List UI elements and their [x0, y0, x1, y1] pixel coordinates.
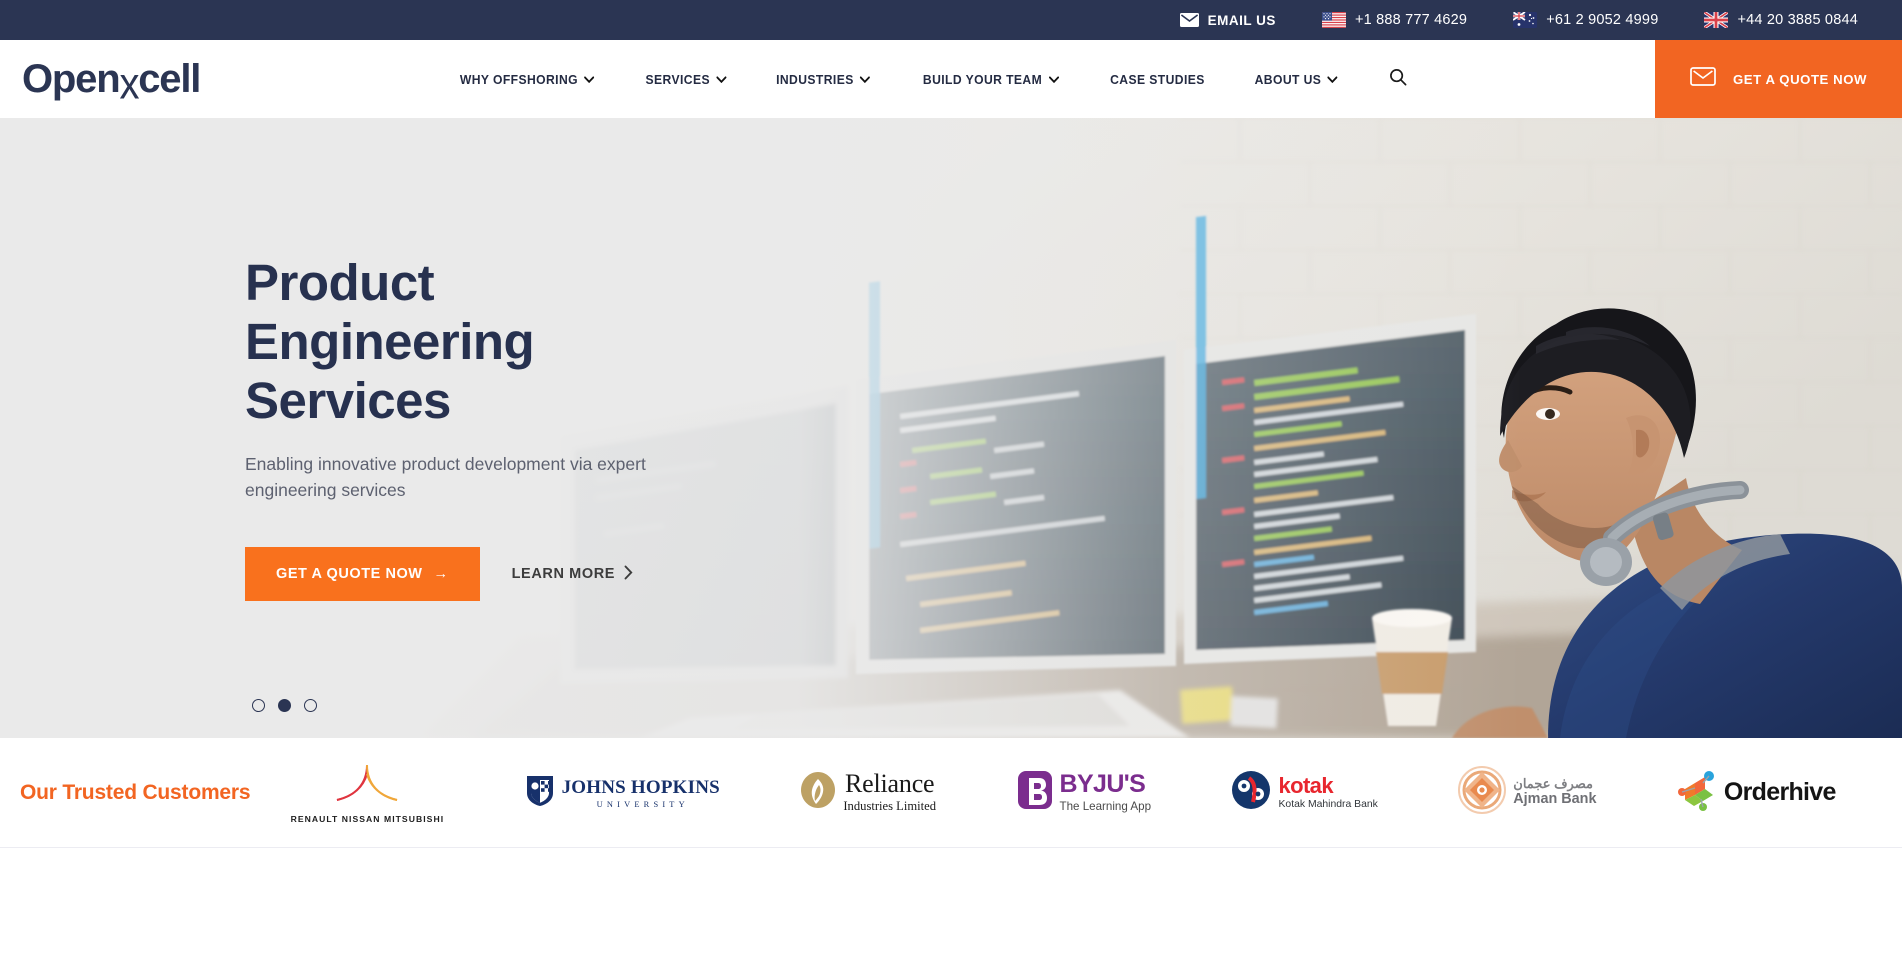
- nav-item-case-studies[interactable]: CASE STUDIES: [1091, 72, 1224, 87]
- chevron-down-icon: [860, 75, 871, 83]
- carousel-dot-3[interactable]: [304, 699, 317, 712]
- carousel-dot-1[interactable]: [252, 699, 265, 712]
- openxcell-logo: Openxcell: [22, 57, 201, 106]
- logo-ajman-bank[interactable]: مصرف عجمان Ajman Bank: [1458, 754, 1596, 832]
- nav-item-services[interactable]: SERVICES: [626, 72, 746, 87]
- flag-us-icon: [1321, 12, 1346, 28]
- chevron-right-icon: [624, 565, 633, 584]
- email-us-link[interactable]: EMAIL US: [1179, 12, 1276, 28]
- orderhive-cube-icon: [1677, 769, 1717, 816]
- logo-renault-nissan-mitsubishi[interactable]: RENAULT NISSAN MITSUBISHI: [291, 754, 445, 832]
- phone-us-number: +1 888 777 4629: [1354, 12, 1468, 28]
- logo-kotak-mahindra-bank[interactable]: kotak Kotak Mahindra Bank: [1231, 754, 1378, 832]
- nav-label: INDUSTRIES: [776, 71, 854, 87]
- orderhive-name: Orderhive: [1723, 778, 1837, 806]
- trusted-customers-bar: Our Trusted Customers RENAULT NISSAN MIT…: [0, 738, 1902, 848]
- carousel-dot-2[interactable]: [278, 699, 291, 712]
- header-get-a-quote-button[interactable]: GET A QUOTE NOW: [1655, 40, 1902, 118]
- renault-caption: RENAULT NISSAN MITSUBISHI: [290, 813, 445, 824]
- hero-secondary-label: LEARN MORE: [511, 566, 616, 583]
- phone-uk-number: +44 20 3885 0844: [1737, 12, 1858, 28]
- johns-hopkins-subtitle: UNIVERSITY: [596, 799, 689, 809]
- chevron-down-icon: [1048, 75, 1059, 83]
- byjus-b-icon: [1017, 770, 1053, 815]
- byjus-name: BYJU'S: [1059, 770, 1146, 798]
- hero-content: Product Engineering Services Enabling in…: [0, 118, 1902, 738]
- trusted-customers-title: Our Trusted Customers: [20, 780, 251, 804]
- envelope-outline-icon: [1690, 67, 1716, 91]
- nav-item-why-offshoring[interactable]: WHY OFFSHORING: [440, 72, 613, 87]
- nav-item-about-us[interactable]: ABOUT US: [1235, 72, 1357, 87]
- nav-label: SERVICES: [645, 71, 711, 87]
- kotak-name: kotak: [1278, 773, 1333, 798]
- johns-hopkins-shield-icon: [525, 773, 555, 812]
- reliance-flame-icon: [800, 771, 836, 814]
- search-icon: [1389, 68, 1407, 91]
- nav-item-industries[interactable]: INDUSTRIES: [757, 72, 890, 87]
- logo-reliance-industries[interactable]: Reliance Industries Limited: [800, 754, 936, 832]
- top-utility-bar: EMAIL US +1 888 777 4629 +61 2 9052 4999…: [0, 0, 1902, 40]
- logo-link[interactable]: Openxcell: [0, 40, 201, 118]
- chevron-down-icon: [1327, 75, 1338, 83]
- chevron-down-icon: [584, 75, 595, 83]
- hero-learn-more-button[interactable]: LEARN MORE: [494, 546, 651, 603]
- carousel-pagination: [252, 699, 317, 712]
- logo-johns-hopkins-university[interactable]: JOHNS HOPKINS UNIVERSITY: [525, 754, 720, 832]
- flag-au-icon: [1513, 12, 1538, 28]
- phone-us[interactable]: +1 888 777 4629: [1321, 12, 1468, 28]
- phone-uk[interactable]: +44 20 3885 0844: [1704, 12, 1858, 28]
- hero-get-a-quote-button[interactable]: GET A QUOTE NOW →: [245, 547, 480, 602]
- logo-part-cell: cell: [138, 57, 201, 101]
- phone-au[interactable]: +61 2 9052 4999: [1513, 12, 1658, 28]
- flag-uk-icon: [1704, 12, 1729, 28]
- renault-nissan-mitsubishi-icon: [325, 762, 409, 811]
- logo-part-open: Open: [22, 57, 121, 101]
- main-header: Openxcell WHY OFFSHORING SERVICES INDUST…: [0, 40, 1902, 118]
- phone-au-number: +61 2 9052 4999: [1546, 12, 1659, 28]
- hero-title: Product Engineering Services: [245, 254, 535, 430]
- primary-navigation: WHY OFFSHORING SERVICES INDUSTRIES BUILD…: [200, 40, 1655, 118]
- kotak-subtitle: Kotak Mahindra Bank: [1278, 799, 1378, 810]
- email-us-label: EMAIL US: [1207, 12, 1276, 28]
- nav-label: CASE STUDIES: [1110, 71, 1205, 87]
- reliance-subtitle: Industries Limited: [843, 799, 937, 813]
- envelope-icon: [1179, 13, 1199, 27]
- johns-hopkins-name: JOHNS HOPKINS: [561, 776, 720, 798]
- hero-carousel: Product Engineering Services Enabling in…: [0, 118, 1902, 738]
- nav-label: WHY OFFSHORING: [459, 71, 578, 87]
- logo-part-x: x: [119, 59, 139, 109]
- arrow-right-icon: →: [433, 566, 449, 583]
- logo-byjus[interactable]: BYJU'S The Learning App: [1017, 754, 1152, 832]
- header-cta-label: GET A QUOTE NOW: [1732, 71, 1867, 87]
- hero-primary-label: GET A QUOTE NOW: [276, 566, 423, 583]
- logo-orderhive[interactable]: Orderhive: [1677, 754, 1836, 832]
- byjus-subtitle: The Learning App: [1059, 800, 1152, 813]
- nav-label: ABOUT US: [1254, 71, 1322, 87]
- hero-subtitle: Enabling innovative product development …: [245, 453, 646, 501]
- nav-item-build-your-team[interactable]: BUILD YOUR TEAM: [903, 72, 1077, 87]
- nav-label: BUILD YOUR TEAM: [922, 71, 1042, 87]
- ajman-bank-arabic: مصرف عجمان: [1513, 776, 1593, 792]
- customer-logo-list: RENAULT NISSAN MITSUBISHI JOHNS HOPKINS …: [250, 754, 1876, 832]
- reliance-name: Reliance: [845, 769, 935, 798]
- chevron-down-icon: [716, 75, 727, 83]
- ajman-bank-english: Ajman Bank: [1513, 790, 1597, 807]
- ajman-bank-emblem-icon: [1458, 766, 1507, 819]
- kotak-emblem-icon: [1231, 770, 1271, 815]
- hero-button-group: GET A QUOTE NOW → LEARN MORE: [245, 546, 1902, 603]
- search-button[interactable]: [1374, 68, 1422, 91]
